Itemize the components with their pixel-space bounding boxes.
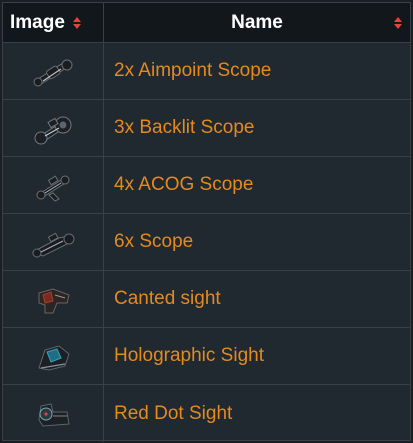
scope-icon[interactable] [29,165,77,205]
image-cell [3,271,104,327]
scope-icon[interactable] [29,108,77,148]
item-link[interactable]: 3x Backlit Scope [114,117,254,139]
attachments-table: Image Name 2x Aimpoint Scope 3x Backlit … [2,2,411,442]
image-cell [3,100,104,156]
column-header-name[interactable]: Name [104,3,410,42]
column-header-name-label: Name [231,11,283,33]
item-link[interactable]: Red Dot Sight [114,403,232,425]
item-link[interactable]: Holographic Sight [114,345,264,367]
table-row: 4x ACOG Scope [3,157,410,214]
sight-icon[interactable] [29,394,77,434]
column-header-image-label: Image [10,11,65,33]
name-cell: 3x Backlit Scope [104,100,410,156]
image-cell [3,43,104,99]
image-cell [3,385,104,442]
image-cell [3,157,104,213]
name-cell: 4x ACOG Scope [104,157,410,213]
image-cell [3,214,104,270]
item-link[interactable]: 2x Aimpoint Scope [114,60,271,82]
name-cell: 6x Scope [104,214,410,270]
item-link[interactable]: 6x Scope [114,231,193,253]
table-row: Canted sight [3,271,410,328]
table-row: Red Dot Sight [3,385,410,442]
table-row: 6x Scope [3,214,410,271]
sight-icon[interactable] [29,279,77,319]
table-row: 3x Backlit Scope [3,100,410,157]
name-cell: Holographic Sight [104,328,410,384]
table-row: Holographic Sight [3,328,410,385]
sight-icon[interactable] [29,336,77,376]
image-cell [3,328,104,384]
table-header: Image Name [3,3,410,43]
name-cell: Red Dot Sight [104,385,410,442]
sort-arrows-icon[interactable] [394,17,402,29]
name-cell: Canted sight [104,271,410,327]
name-cell: 2x Aimpoint Scope [104,43,410,99]
item-link[interactable]: 4x ACOG Scope [114,174,253,196]
table-row: 2x Aimpoint Scope [3,43,410,100]
scope-icon[interactable] [29,51,77,91]
item-link[interactable]: Canted sight [114,288,221,310]
scope-icon[interactable] [29,222,77,262]
column-header-image[interactable]: Image [3,3,104,42]
sort-arrows-icon[interactable] [72,16,81,29]
